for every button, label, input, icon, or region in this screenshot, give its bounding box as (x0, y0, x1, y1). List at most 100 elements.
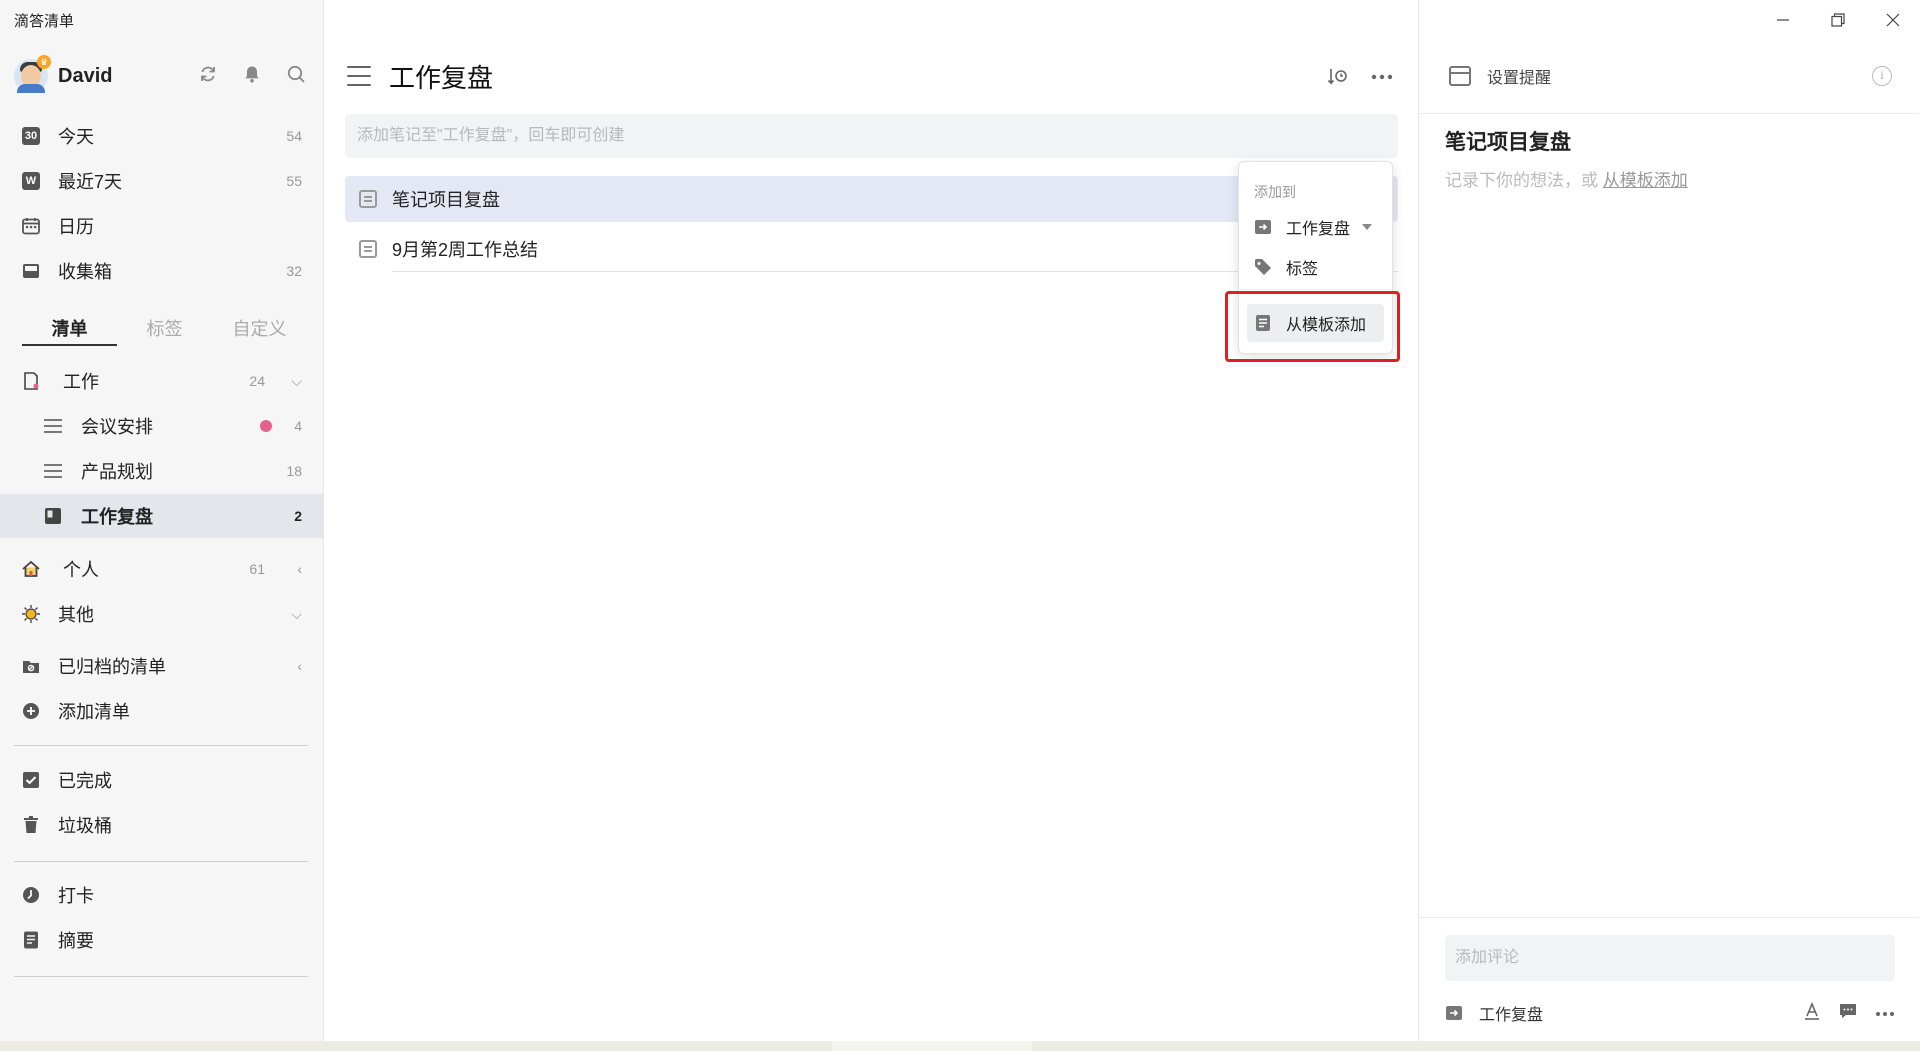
nav-item-label: 已归档的清单 (58, 657, 166, 677)
sidebar-toolbar (196, 62, 308, 86)
app-window: 滴答清单 ♛ David 30 今天 54 W 最近7天 55 日历 收集箱 3… (0, 0, 1920, 1051)
note-icon (359, 190, 377, 208)
user-profile[interactable]: ♛ David (14, 52, 112, 100)
tab-custom[interactable]: 自定义 (212, 312, 307, 346)
archived-lists[interactable]: 已归档的清单 ‹ (0, 644, 324, 688)
note-content-placeholder[interactable]: 记录下你的想法，或 从模板添加 (1445, 166, 1688, 191)
tab-tags[interactable]: 标签 (117, 312, 212, 346)
nav-item-count: 55 (286, 173, 302, 189)
list-icon (42, 415, 64, 437)
folder-icon (20, 370, 42, 392)
window-controls (1755, 0, 1920, 40)
comment-input[interactable] (1445, 935, 1895, 981)
popup-list-name: 工作复盘 (1286, 221, 1351, 238)
highlight-box (1225, 291, 1400, 362)
sidebar-item-work-review[interactable]: 工作复盘 2 (0, 494, 324, 538)
note-title: 9月第2周工作总结 (392, 240, 539, 260)
week-icon: W (20, 170, 42, 192)
chevron-down-icon[interactable]: ⌵ (291, 606, 302, 623)
chevron-down-icon[interactable]: ⌵ (291, 373, 302, 390)
popup-title: 添加到 (1254, 184, 1296, 200)
main-panel: 工作复盘 笔记项目复盘 9月第2周工作总结 (325, 0, 1418, 1041)
close-icon[interactable] (1865, 0, 1920, 40)
avatar[interactable]: ♛ (14, 55, 51, 93)
sync-icon[interactable] (196, 62, 220, 86)
nav-item-label: 收集箱 (58, 262, 112, 282)
popup-tag-item[interactable]: 标签 (1239, 248, 1392, 286)
summary-icon (20, 929, 42, 951)
add-list-button[interactable]: 添加清单 (0, 689, 324, 733)
tag-icon (1254, 258, 1272, 276)
username: David (58, 64, 113, 87)
tab-lists[interactable]: 清单 (22, 312, 117, 346)
folder-work[interactable]: 工作 24 ⌵ (0, 359, 324, 403)
folder-other[interactable]: 其他 ⌵ (0, 592, 324, 636)
inbox-icon (20, 260, 42, 282)
chevron-left-icon[interactable]: ‹ (297, 658, 302, 674)
chevron-left-icon[interactable]: ‹ (297, 561, 302, 577)
house-icon (20, 558, 42, 580)
note-title: 笔记项目复盘 (392, 190, 500, 210)
nav-item-today[interactable]: 30 今天 54 (0, 114, 324, 158)
popup-list-select[interactable]: 工作复盘 (1239, 208, 1392, 246)
nav-item-label: 日历 (58, 217, 94, 237)
set-reminder-button[interactable]: 设置提醒 (1449, 64, 1551, 88)
nav-item-label: 打卡 (58, 886, 94, 906)
nav-item-label: 已完成 (58, 771, 112, 791)
nav-item-calendar[interactable]: 日历 (0, 204, 324, 248)
detail-panel: 设置提醒 i 笔记项目复盘 记录下你的想法，或 从模板添加 工作复盘 (1418, 0, 1920, 1041)
popup-tag-label: 标签 (1286, 261, 1319, 278)
footer-actions (1803, 1001, 1895, 1025)
footer-list-name[interactable]: 工作复盘 (1479, 1001, 1543, 1025)
calendar-icon (1449, 66, 1471, 86)
more-icon[interactable] (1875, 1002, 1895, 1025)
color-dot (260, 420, 272, 432)
add-note-input[interactable] (345, 114, 1398, 158)
nav-item-inbox[interactable]: 收集箱 32 (0, 249, 324, 293)
note-detail-title[interactable]: 笔记项目复盘 (1445, 126, 1571, 156)
nav-item-summary[interactable]: 摘要 (0, 918, 324, 962)
more-icon[interactable] (1369, 64, 1395, 90)
bell-icon[interactable] (240, 62, 264, 86)
calendar-today-icon: 30 (20, 125, 42, 147)
note-icon (359, 240, 377, 258)
nav-item-count: 61 (249, 561, 265, 577)
comment-icon[interactable] (1839, 1002, 1857, 1025)
divider (1419, 917, 1919, 918)
minimize-icon[interactable] (1755, 0, 1810, 40)
reminder-label: 设置提醒 (1487, 70, 1552, 87)
detail-footer: 工作复盘 (1445, 1000, 1895, 1026)
divider (1419, 113, 1919, 114)
list-move-icon[interactable] (1445, 1004, 1463, 1022)
nav-item-count: 4 (294, 418, 302, 434)
list-icon (42, 460, 64, 482)
sun-icon (20, 603, 42, 625)
trash-icon (20, 814, 42, 836)
archive-icon (20, 655, 42, 677)
nav-item-next-7-days[interactable]: W 最近7天 55 (0, 159, 324, 203)
nav-item-label: 工作复盘 (81, 507, 153, 527)
nav-item-label: 摘要 (58, 931, 94, 951)
template-link[interactable]: 从模板添加 (1603, 171, 1688, 190)
sort-icon[interactable] (1325, 64, 1351, 90)
nav-item-label: 今天 (58, 127, 94, 147)
folder-personal[interactable]: 个人 61 ‹ (0, 547, 324, 591)
search-icon[interactable] (284, 62, 308, 86)
nav-item-count: 2 (294, 508, 302, 524)
restore-icon[interactable] (1810, 0, 1865, 40)
calendar-icon (20, 215, 42, 237)
sidebar-item-meetings[interactable]: 会议安排 4 (0, 404, 324, 448)
text-format-icon[interactable] (1803, 1001, 1821, 1025)
divider (14, 976, 308, 977)
sidebar-item-product-planning[interactable]: 产品规划 18 (0, 449, 324, 493)
nav-item-habit[interactable]: 打卡 (0, 873, 324, 917)
nav-item-completed[interactable]: 已完成 (0, 758, 324, 802)
nav-item-count: 32 (286, 263, 302, 279)
nav-item-trash[interactable]: 垃圾桶 (0, 803, 324, 847)
popup-divider (1239, 289, 1392, 290)
crown-icon: ♛ (37, 55, 51, 69)
nav-item-label: 个人 (63, 560, 99, 580)
plus-circle-icon (20, 700, 42, 722)
info-icon[interactable]: i (1872, 66, 1892, 86)
menu-icon[interactable] (347, 66, 371, 86)
